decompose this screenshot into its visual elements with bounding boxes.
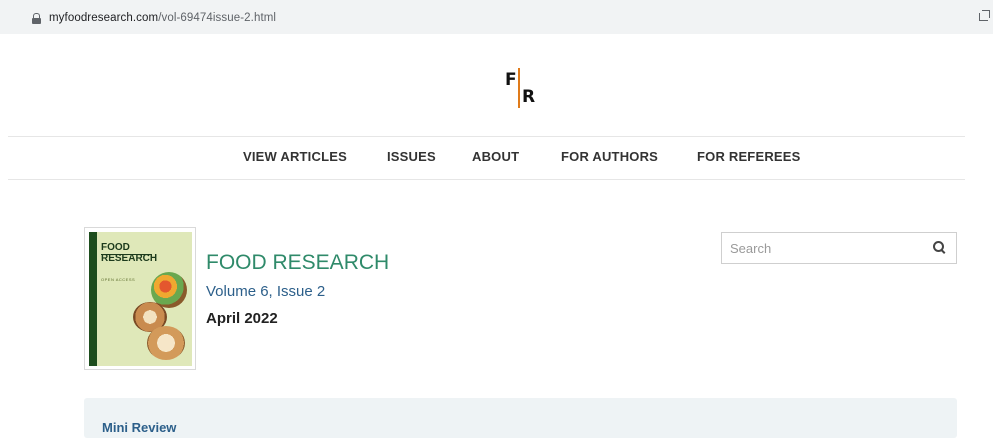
article-section-panel: Mini Review: [84, 398, 957, 438]
cover-rule: [101, 254, 151, 255]
journal-volume: Volume 6, Issue 2: [206, 283, 326, 300]
header-divider: [8, 136, 965, 137]
browser-address-bar: myfoodresearch.com/vol-69474issue-2.html: [0, 0, 993, 34]
logo-letter-f: F: [505, 70, 517, 90]
lock-icon[interactable]: [32, 12, 41, 24]
journal-title: FOOD RESEARCH: [206, 251, 390, 274]
cover-spine: [89, 232, 97, 366]
cover-title-line1: FOOD: [101, 242, 130, 253]
journal-cover-image[interactable]: FOOD RESEARCH OPEN ACCESS: [84, 227, 196, 370]
url-field[interactable]: myfoodresearch.com/vol-69474issue-2.html: [22, 9, 962, 27]
url-domain: myfoodresearch.com: [49, 12, 159, 24]
search-input[interactable]: [722, 233, 930, 263]
nav-for-authors[interactable]: FOR AUTHORS: [561, 149, 658, 164]
cover-title: FOOD RESEARCH: [101, 242, 157, 264]
journal-date: April 2022: [206, 310, 278, 327]
search-box: [721, 232, 957, 264]
main-nav: VIEW ARTICLES ISSUES ABOUT FOR AUTHORS F…: [0, 149, 993, 169]
nav-divider: [8, 179, 965, 180]
section-heading-mini-review[interactable]: Mini Review: [102, 420, 176, 435]
nav-about[interactable]: ABOUT: [472, 149, 519, 164]
site-logo[interactable]: F R: [505, 68, 541, 112]
logo-divider: [518, 68, 520, 108]
share-icon[interactable]: [979, 10, 990, 21]
food-dish-graphic: [147, 326, 185, 360]
nav-view-articles[interactable]: VIEW ARTICLES: [243, 149, 347, 164]
search-icon[interactable]: [933, 241, 946, 254]
url-path: /vol-69474issue-2.html: [158, 12, 277, 24]
nav-issues[interactable]: ISSUES: [387, 149, 436, 164]
cover-subtitle: OPEN ACCESS: [101, 277, 136, 282]
nav-for-referees[interactable]: FOR REFEREES: [697, 149, 801, 164]
url-text[interactable]: myfoodresearch.com/vol-69474issue-2.html: [49, 12, 276, 24]
logo-letter-r: R: [522, 87, 536, 107]
cover-art: FOOD RESEARCH OPEN ACCESS: [89, 232, 192, 366]
